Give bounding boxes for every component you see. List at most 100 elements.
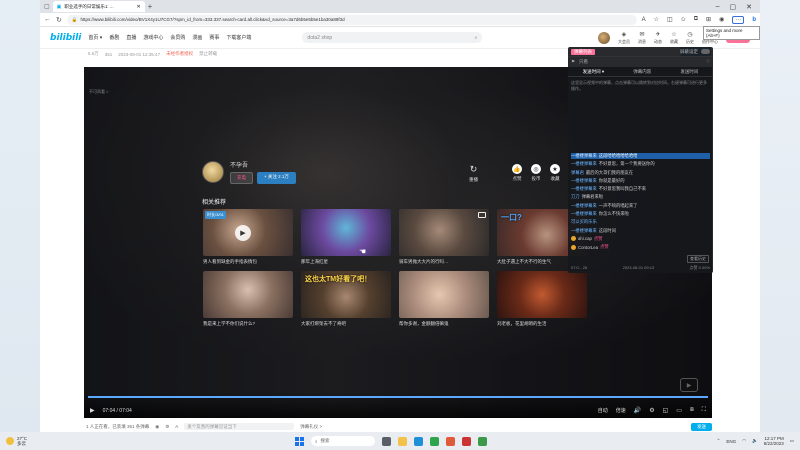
send-button[interactable]: 发送	[691, 422, 712, 431]
heart-icon[interactable]: ♡	[706, 59, 710, 65]
follow-button[interactable]: + 关注 2.1万	[257, 172, 296, 184]
edge-icon[interactable]	[414, 436, 423, 446]
favorites-entry[interactable]: ☆ 收藏	[670, 31, 678, 45]
view-history-button[interactable]: 查看历史	[687, 255, 709, 263]
quality-selector[interactable]: 自动	[598, 407, 608, 414]
rec-thumbnail[interactable]: ☚	[301, 209, 391, 256]
maximize-icon[interactable]: ▢	[730, 3, 737, 11]
nav-item[interactable]: 漫画	[192, 34, 202, 41]
clock[interactable]: 12:17 PM 8/22/2023	[764, 436, 784, 446]
rec-title[interactable]: 刘老板，花里胡哨的生活	[497, 321, 587, 327]
profile-icon[interactable]: ◉	[719, 16, 724, 23]
fullscreen-icon[interactable]: ⛶	[702, 407, 706, 414]
refresh-icon[interactable]: ↻	[56, 16, 62, 24]
danmaku-settings-icon[interactable]: ⚙	[165, 424, 169, 430]
danmaku-item[interactable]: 一楼楼弹幕来 一声不响的唱起来了	[571, 203, 710, 209]
danmaku-item[interactable]: 一楼楼弹幕来 你就是最好的	[571, 178, 710, 184]
file-explorer-icon[interactable]	[398, 436, 407, 446]
favorite-star-icon[interactable]: ☆	[654, 16, 659, 23]
chrome-icon[interactable]	[430, 436, 439, 446]
rec-thumbnail[interactable]: 时长/3/01 ▶	[203, 209, 293, 256]
danmaku-list-title[interactable]: 弹幕列表	[571, 48, 595, 55]
rec-title[interactable]: 男人看到缺金的手指表情包	[203, 259, 293, 265]
nav-item[interactable]: 首页 ▾	[88, 34, 102, 41]
uploader-name[interactable]: 不孕吾	[230, 160, 296, 169]
rec-title[interactable]: 那年上海红星	[301, 259, 391, 265]
tab-send-time[interactable]: 发送时间 ▾	[583, 69, 605, 75]
wifi-icon[interactable]: ◠	[742, 438, 746, 444]
danmaku-item[interactable]: 可以买的乐乐	[571, 219, 710, 225]
search-icon[interactable]: ⌕	[475, 35, 478, 41]
progress-bar[interactable]	[88, 396, 708, 398]
rec-card[interactable]: 刘老板，花里胡哨的生活	[497, 271, 587, 327]
danmaku-item[interactable]: 一楼楼弹幕来 不好意思我叫我自己不来	[571, 186, 710, 192]
favorites-icon[interactable]: ✩	[681, 16, 686, 23]
danmaku-item[interactable]: ContorLea 点赞	[571, 244, 710, 250]
rec-title[interactable]: 大家打绑架去不了奇吧	[301, 321, 391, 327]
tab-time[interactable]: 发送时间	[680, 69, 698, 75]
rec-card[interactable]: 骑车男抛大大片的行吗…	[399, 209, 489, 265]
widescreen-icon[interactable]: ▭	[676, 407, 682, 414]
rec-thumbnail[interactable]: 这也太TM好看了吧！	[301, 271, 391, 318]
nav-item[interactable]: 会员购	[170, 34, 185, 41]
chevron-up-icon[interactable]: ⌃	[717, 438, 721, 444]
bing-copilot-icon[interactable]: b	[752, 17, 756, 23]
danmaku-item[interactable]: 一楼楼弹幕来 你怎么不快来啦	[571, 211, 710, 217]
split-screen-icon[interactable]: ◫	[667, 16, 673, 23]
collections-icon[interactable]: ⊞	[706, 16, 711, 23]
rec-card[interactable]: 帮你多谢，金额翻倍嘛鬼	[399, 271, 489, 327]
close-tab-icon[interactable]: ✕	[136, 4, 140, 10]
danmaku-item[interactable]: 弹幕君 最后的大哥们我的朋友在	[571, 170, 710, 176]
rec-card[interactable]: 时长/3/01 ▶ 男人看到缺金的手指表情包	[203, 209, 293, 265]
favorite-action[interactable]: ★ 收藏	[550, 164, 560, 182]
nav-item[interactable]: 直播	[126, 34, 136, 41]
nav-item[interactable]: 赛事	[209, 34, 219, 41]
windows-start-icon[interactable]	[295, 436, 304, 446]
rec-thumbnail[interactable]	[203, 271, 293, 318]
notifications-icon[interactable]: ▭	[790, 438, 794, 444]
back-icon[interactable]: ←	[44, 16, 51, 23]
rec-thumbnail[interactable]	[399, 209, 489, 256]
nav-item[interactable]: 游戏中心	[143, 34, 163, 41]
coin-action[interactable]: ◎ 投币	[531, 164, 541, 182]
block-settings[interactable]: 屏蔽设定	[680, 49, 698, 55]
tab-bilibili[interactable]: ▣ 职业选手的日常娱乐1: ... ✕	[52, 1, 145, 12]
only-view-label[interactable]: 只看	[579, 59, 588, 65]
danmaku-item[interactable]: 一楼楼弹幕来 不好意思，第一个我要送你的	[571, 161, 710, 167]
messages-entry[interactable]: ✉ 消息	[638, 31, 646, 45]
speed-selector[interactable]: 倍速	[616, 407, 626, 414]
bilibili-logo[interactable]: bilibili	[50, 33, 81, 43]
play-pause-icon[interactable]: ▶	[90, 407, 95, 414]
danmaku-item[interactable]: 一楼楼弹幕来 这段时间	[571, 228, 710, 234]
user-avatar[interactable]	[597, 31, 610, 44]
vip-entry[interactable]: ◈ 大会员	[618, 31, 630, 45]
settings-gear-icon[interactable]: ⚙	[649, 407, 654, 414]
new-tab-icon[interactable]: +	[148, 2, 153, 11]
history-entry[interactable]: ◷ 历史	[686, 31, 694, 45]
rec-card[interactable]: 我是来上学不你们说什么?	[203, 271, 293, 327]
weather-widget[interactable]: 27°C 多云	[6, 436, 27, 446]
nav-item[interactable]: 番剧	[109, 34, 119, 41]
filter-icon[interactable]: ⚑	[571, 59, 575, 65]
app-red-icon[interactable]	[446, 436, 455, 446]
rec-thumbnail[interactable]	[497, 271, 587, 318]
app-dota-icon[interactable]	[462, 436, 471, 446]
etiquette-link[interactable]: 弹幕礼仪 >	[300, 424, 322, 430]
rec-title[interactable]: 我是来上学不你们说什么?	[203, 321, 293, 327]
play-icon[interactable]: ▶	[235, 225, 251, 241]
read-aloud-icon[interactable]: A	[642, 17, 646, 23]
pip-mode-icon[interactable]: ◱	[663, 407, 669, 414]
task-view-icon[interactable]	[382, 436, 391, 446]
volume-icon[interactable]: 🔊	[634, 407, 641, 414]
volume-tray-icon[interactable]: 🔈	[752, 438, 758, 444]
danmaku-style-icon[interactable]: ◉	[155, 424, 159, 430]
minimize-icon[interactable]: –	[716, 3, 720, 11]
font-icon[interactable]: A	[175, 424, 178, 429]
danmaku-toggle[interactable]	[701, 49, 710, 54]
taskbar-search[interactable]: ⌕ 搜索	[311, 436, 375, 446]
uploader-avatar[interactable]	[202, 161, 224, 183]
replay-button[interactable]: ↻ 重播	[469, 164, 478, 183]
danmaku-item[interactable]: ahi.cap 点赞	[571, 236, 710, 242]
rec-card[interactable]: 这也太TM好看了吧！ 大家打绑架去不了奇吧	[301, 271, 391, 327]
tab-actions-icon[interactable]: ▢	[44, 3, 50, 10]
